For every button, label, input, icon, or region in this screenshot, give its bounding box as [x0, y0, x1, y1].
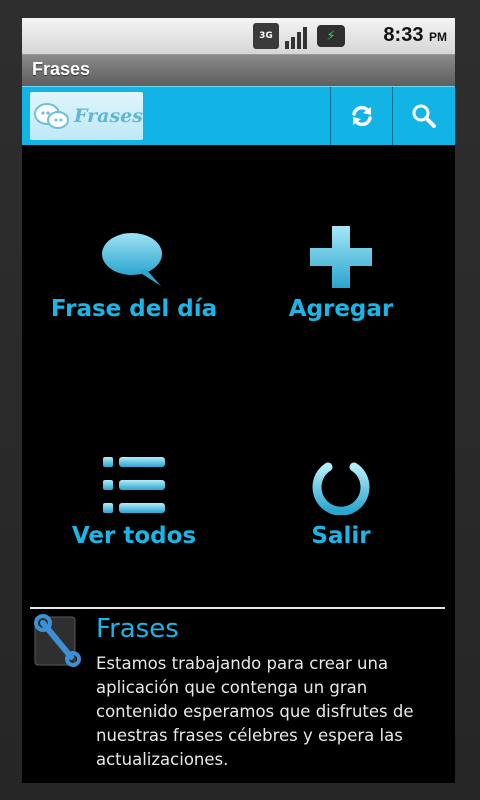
network-badge-label: 3G	[259, 31, 273, 41]
signal-strength-icon	[285, 23, 311, 49]
clock-ampm: PM	[429, 30, 447, 44]
menu-item-label: Ver todos	[71, 523, 197, 549]
list-icon	[103, 457, 165, 513]
search-icon	[412, 104, 436, 128]
wrench-icon	[34, 614, 81, 667]
clock: 8:33 PM	[383, 24, 447, 47]
menu-item-salir[interactable]: Salir	[233, 445, 449, 549]
title-bar: Frases	[22, 55, 455, 86]
divider	[30, 607, 445, 609]
app-title: Frases	[32, 59, 91, 79]
speech-bubble-icon	[102, 233, 162, 286]
menu-item-label: Salir	[311, 523, 371, 549]
refresh-icon	[351, 105, 372, 127]
menu-item-agregar[interactable]: Agregar	[233, 218, 449, 322]
status-bar: 3G ⚡ 8:33 PM	[22, 18, 455, 55]
plus-icon	[310, 226, 372, 288]
menu-item-ver-todos[interactable]: Ver todos	[26, 445, 242, 549]
menu-item-label: Agregar	[288, 296, 394, 322]
notice-title: Frases	[96, 614, 179, 644]
power-icon	[312, 453, 370, 515]
logo-text: Frases	[74, 105, 143, 127]
menu-item-label: Frase del día	[50, 296, 218, 322]
screen: 3G ⚡ 8:33 PM Frases Frases Frase del día…	[22, 18, 455, 783]
clock-time: 8:33	[383, 24, 424, 46]
device-frame: 3G ⚡ 8:33 PM Frases Frases Frase del día…	[0, 0, 480, 800]
notice-text: Estamos trabajando para crear una aplica…	[96, 654, 414, 769]
app-logo[interactable]: Frases	[30, 92, 143, 140]
search-button[interactable]	[392, 87, 454, 145]
network-3g-icon: 3G	[253, 23, 279, 49]
action-bar: Frases	[22, 86, 455, 145]
logo-bubbles-icon	[34, 103, 69, 129]
battery-icon: ⚡	[317, 25, 345, 47]
refresh-button[interactable]	[330, 87, 392, 145]
status-icons: 3G ⚡	[253, 23, 345, 49]
menu-item-frase-del-dia[interactable]: Frase del día	[26, 218, 242, 322]
